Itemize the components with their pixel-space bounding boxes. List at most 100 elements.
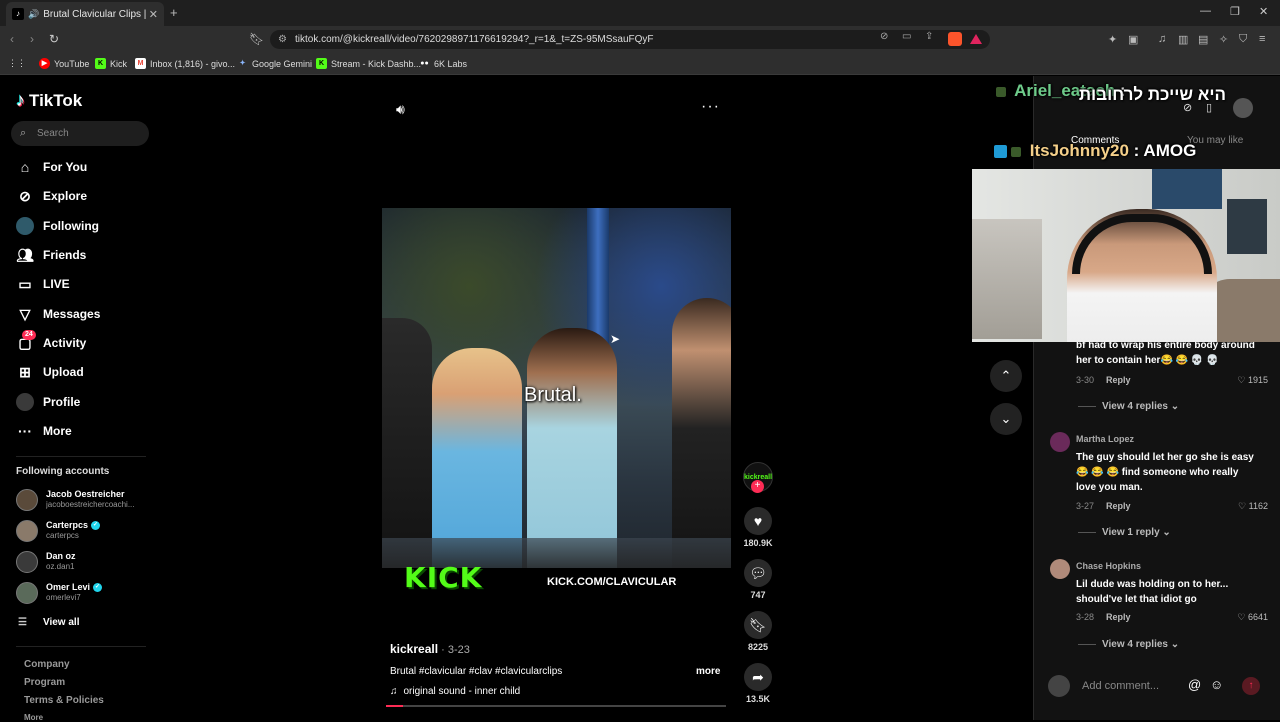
footer-program-link[interactable]: Program [24, 677, 65, 688]
reload-icon[interactable]: ↻ [49, 32, 59, 46]
forward-icon[interactable]: › [30, 32, 34, 46]
apps-icon[interactable]: ⋮⋮ [8, 58, 26, 69]
chevron-down-icon: ⌄ [1000, 411, 1012, 426]
wallet-icon[interactable]: ▣ [1128, 33, 1138, 46]
bookmark-label: Inbox (1,816) - givo... [150, 58, 236, 69]
post-comment-button[interactable]: ↑ [1242, 677, 1260, 695]
reply-button[interactable]: Reply [1106, 501, 1131, 511]
comment-username[interactable]: Martha Lopez [1076, 434, 1134, 444]
new-tab-button[interactable]: + [170, 5, 178, 20]
leo-ai-icon[interactable]: ✧ [1219, 33, 1228, 46]
tab-audio-icon[interactable]: 🔊 [28, 9, 39, 20]
bookmark-6k-labs[interactable]: ●● 6K Labs [419, 58, 467, 69]
sidebar-toggle-icon[interactable]: ▥ [1178, 33, 1188, 46]
tab-close-icon[interactable]: ✕ [149, 8, 158, 21]
comment-date: 3-27 [1076, 501, 1095, 511]
search-input[interactable]: ⌕ Search [11, 121, 149, 146]
view-replies-button[interactable]: View 1 reply ⌄ [1078, 527, 1171, 538]
video-author[interactable]: kickreall · 3-23 [390, 642, 470, 656]
mention-icon[interactable]: @ [1188, 677, 1201, 692]
nav-upload[interactable]: ⊞ Upload [16, 361, 146, 383]
bookmark-page-icon[interactable]: 🔖︎ [249, 32, 264, 46]
browser-tab[interactable]: ♪ 🔊 Brutal Clavicular Clips | TikTok ✕ [6, 2, 164, 26]
site-info-icon[interactable]: ⚙ [278, 30, 287, 49]
nav-following[interactable]: Following [16, 215, 146, 237]
footer-terms-link[interactable]: Terms & Policies [24, 695, 104, 706]
bookmark-gmail[interactable]: M Inbox (1,816) - givo... [135, 58, 235, 69]
reply-button[interactable]: Reply [1106, 375, 1131, 385]
music-link[interactable]: ♫ original sound - inner child [390, 686, 520, 697]
back-icon[interactable]: ‹ [10, 32, 14, 46]
next-video-button[interactable]: ⌄ [990, 403, 1022, 435]
account-item[interactable]: Dan oz oz.dan1 [16, 549, 156, 579]
like-button[interactable]: ♥ 180.9K [740, 507, 776, 548]
nav-more[interactable]: ··· More [16, 420, 146, 442]
bookmark-kick-dashboard[interactable]: K Stream - Kick Dashb... [316, 58, 421, 69]
bookmark-kick[interactable]: K Kick [95, 58, 127, 69]
avatar[interactable] [1050, 432, 1070, 452]
brave-shields-icon[interactable] [948, 32, 962, 46]
heart-outline-icon: ♡ [1238, 501, 1247, 511]
footer-more-link[interactable]: More [24, 713, 43, 722]
nav-friends[interactable]: 👥︎ Friends [16, 244, 146, 266]
view-replies-label: View 4 replies [1102, 401, 1168, 412]
compass-icon: ⊘ [19, 187, 31, 204]
comment-likes[interactable]: ♡ 6641 [1223, 612, 1268, 623]
comment-likes[interactable]: ♡ 1915 [1223, 375, 1268, 386]
description-more-button[interactable]: more [696, 666, 720, 677]
search-icon: ⌕ [20, 127, 27, 139]
menu-icon[interactable]: ≡ [1259, 33, 1265, 45]
video-player[interactable]: Brutal. KICK KICK.COM/CLAVICULAR ➤ [382, 208, 731, 600]
footer-company-link[interactable]: Company [24, 659, 70, 670]
nav-profile[interactable]: Profile [16, 391, 146, 413]
volume-icon[interactable]: 🔊︎ [396, 101, 405, 118]
account-item[interactable]: Omer Levi ✓ omerlevi7 [16, 580, 156, 610]
nav-explore[interactable]: ⊘ Explore [16, 185, 146, 207]
bookmark-youtube[interactable]: ▶ YouTube [39, 58, 89, 69]
save-button[interactable]: 🔖︎ 8225 [740, 611, 776, 652]
nav-messages[interactable]: ▽ Messages [16, 303, 146, 325]
view-all-button[interactable]: ☰ View all [18, 617, 79, 628]
account-item[interactable]: Carterpcs ✓ carterpcs [16, 518, 156, 548]
heart-icon: ♥ [744, 507, 772, 535]
comment-likes[interactable]: ♡ 1162 [1223, 501, 1268, 512]
dash [1078, 643, 1096, 645]
restore-icon[interactable]: ❐ [1230, 5, 1240, 18]
user-avatar[interactable] [1233, 98, 1253, 118]
video-progress-bar[interactable] [386, 705, 726, 707]
extensions-icon[interactable]: ✦ [1108, 33, 1117, 46]
tiktok-logo[interactable]: ♪ TikTok [16, 90, 82, 111]
vpn-icon[interactable]: ⛉ [1239, 33, 1247, 46]
emoji-icon[interactable]: ☺ [1210, 677, 1223, 692]
share-icon[interactable]: ⇪ [925, 31, 933, 42]
gemini-icon: ✦ [239, 60, 246, 67]
previous-video-button[interactable]: ⌃ [990, 360, 1022, 392]
nav-for-you[interactable]: ⌂ For You [16, 156, 146, 178]
account-name: Jacob Oestreicher [46, 489, 125, 499]
account-item[interactable]: Jacob Oestreicher jacoboestreichercoachi… [16, 487, 156, 517]
nav-live[interactable]: ▭ LIVE [16, 273, 146, 295]
view-replies-button[interactable]: View 4 replies ⌄ [1078, 401, 1179, 412]
view-replies-button[interactable]: View 4 replies ⌄ [1078, 639, 1179, 650]
follow-plus-icon[interactable]: + [751, 480, 764, 493]
screen-icon[interactable]: ▭ [902, 31, 911, 42]
account-name: Carterpcs ✓ [46, 520, 101, 531]
avatar[interactable] [1050, 559, 1070, 579]
camera-off-icon[interactable]: ⊘ [880, 31, 888, 42]
more-icon: ··· [18, 423, 32, 439]
rewards-icon[interactable] [970, 34, 982, 44]
chevron-down-icon: ⌄ [1170, 401, 1180, 412]
video-more-icon[interactable]: ··· [701, 98, 720, 116]
minimize-icon[interactable]: — [1200, 5, 1211, 17]
comment-button[interactable]: 💬︎ 747 [740, 559, 776, 600]
comment-username[interactable]: Chase Hopkins [1076, 561, 1141, 571]
nav-activity[interactable]: ▢ 24 Activity [16, 330, 146, 354]
media-icon[interactable]: ♫ [1158, 33, 1166, 45]
reply-button[interactable]: Reply [1106, 612, 1131, 622]
window-close-icon[interactable]: ✕ [1259, 5, 1268, 18]
wallet2-icon[interactable]: ▤ [1198, 33, 1208, 46]
logo-text: TikTok [29, 90, 83, 110]
share-button[interactable]: ➦ 13.5K [740, 663, 776, 704]
comment-count: 747 [750, 590, 766, 600]
bookmark-gemini[interactable]: ✦ Google Gemini [237, 58, 312, 69]
